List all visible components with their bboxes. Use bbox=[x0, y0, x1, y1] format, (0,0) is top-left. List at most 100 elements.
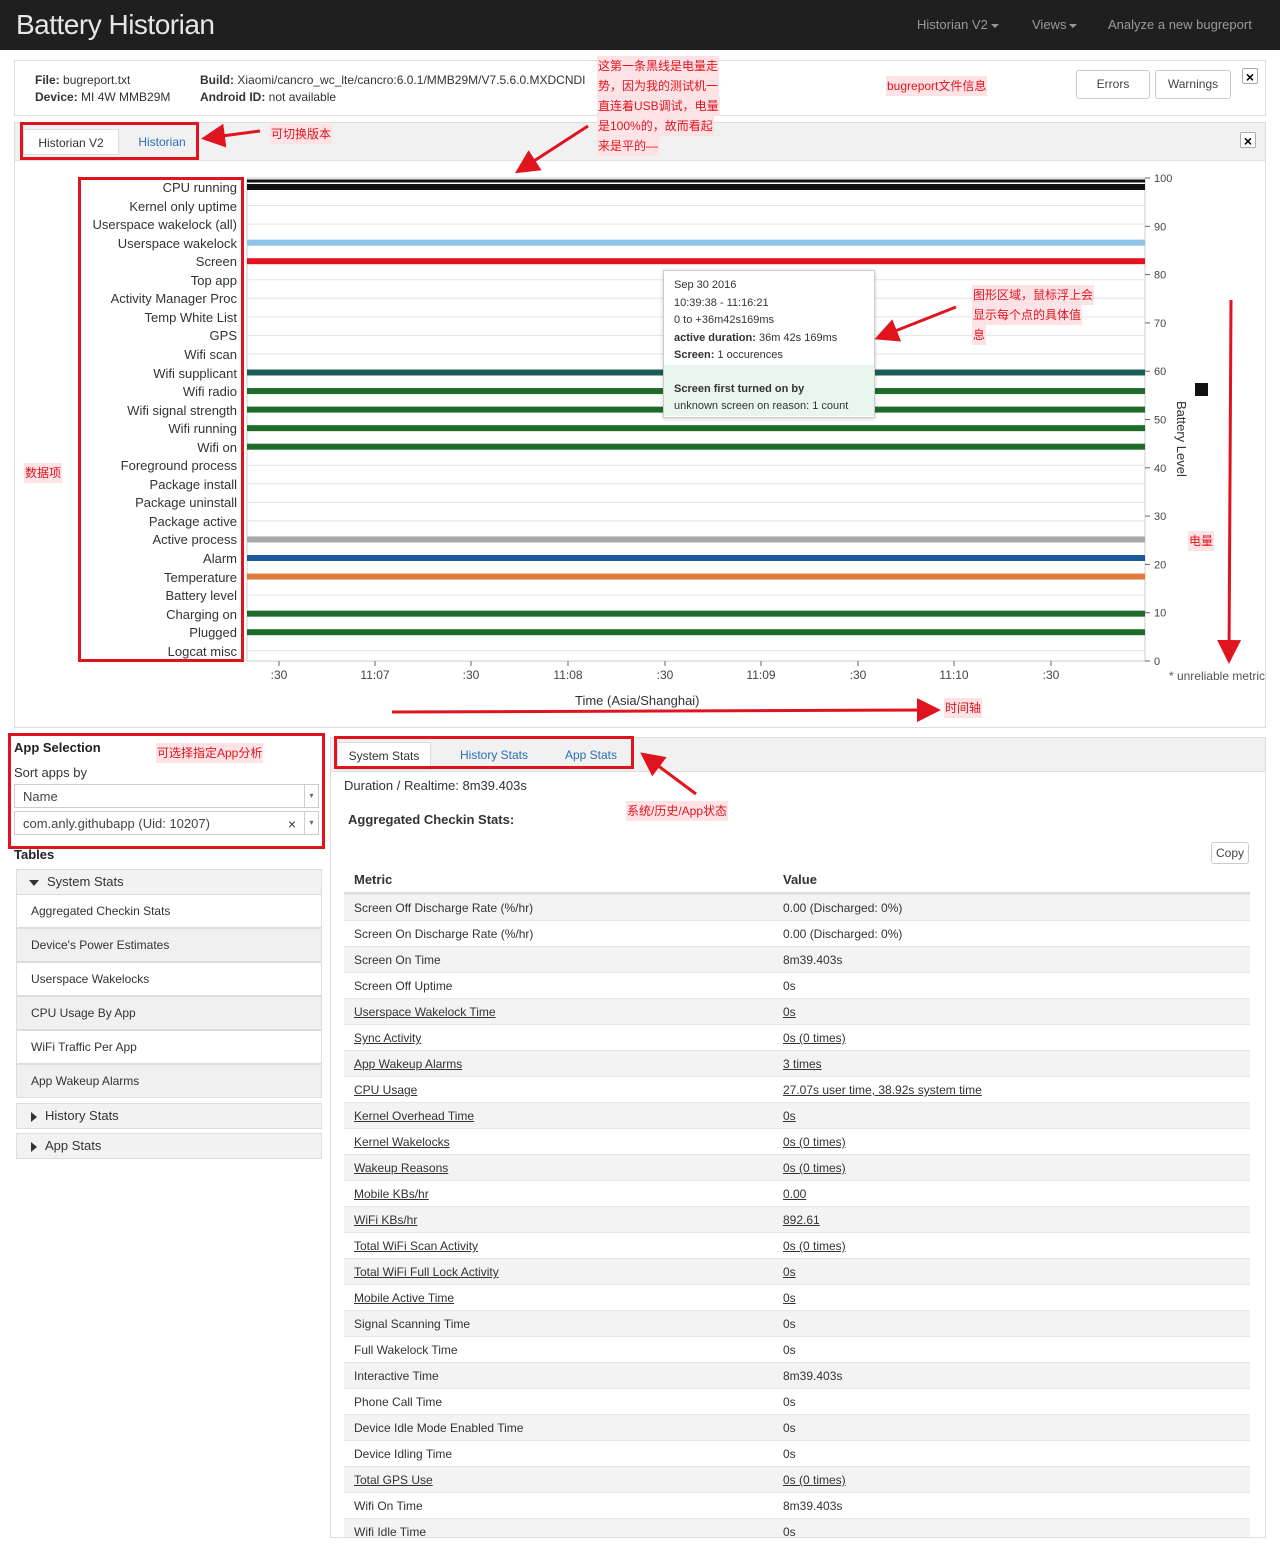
annotation-line: 息 bbox=[972, 325, 987, 345]
errors-button[interactable]: Errors bbox=[1076, 70, 1150, 99]
table-row: Full Wakelock Time 0s bbox=[344, 1336, 1250, 1362]
table-row: Screen Off Uptime 0s bbox=[344, 972, 1250, 998]
annotation-stats-tabs: 系统/历史/App状态 bbox=[626, 801, 729, 821]
table-row: Wifi On Time 8m39.403s bbox=[344, 1492, 1250, 1518]
metric-value[interactable]: 0s (0 times) bbox=[783, 1025, 846, 1051]
timeline-bar[interactable] bbox=[247, 629, 1145, 636]
metric-value: 0.00 (Discharged: 0%) bbox=[783, 901, 903, 915]
metric-value[interactable]: 3 times bbox=[783, 1051, 822, 1077]
annotation-battery: 电量 bbox=[1188, 531, 1215, 551]
nav-views-dropdown[interactable]: Views bbox=[1032, 17, 1078, 32]
app-brand[interactable]: Battery Historian bbox=[16, 9, 215, 41]
accordion-system-stats[interactable]: System Stats bbox=[16, 869, 322, 895]
plot-area bbox=[246, 177, 1146, 662]
tables-title: Tables bbox=[14, 847, 55, 862]
metric-name[interactable]: Wakeup Reasons bbox=[354, 1155, 448, 1181]
x-tick-label: 11:07 bbox=[360, 668, 389, 682]
metric-value[interactable]: 0s (0 times) bbox=[783, 1233, 846, 1259]
metric-name: Screen On Time bbox=[354, 953, 441, 967]
table-row: Phone Call Time 0s bbox=[344, 1388, 1250, 1414]
annotation-line: 显示每个点的具体值 bbox=[972, 305, 1083, 325]
warnings-button[interactable]: Warnings bbox=[1155, 70, 1231, 99]
build-value: Xiaomi/cancro_wc_lte/cancro:6.0.1/MMB29M… bbox=[237, 73, 586, 87]
caret-down-icon bbox=[990, 23, 999, 28]
copy-button[interactable]: Copy bbox=[1211, 842, 1249, 864]
metric-name[interactable]: Sync Activity bbox=[354, 1025, 421, 1051]
metric-value: 0s bbox=[783, 1343, 796, 1357]
metric-value[interactable]: 0s bbox=[783, 1285, 796, 1311]
accordion-history-stats[interactable]: History Stats bbox=[16, 1103, 322, 1129]
close-icon[interactable]: × bbox=[1242, 68, 1258, 85]
tooltip-first-on: Screen first turned on by bbox=[664, 380, 874, 398]
accordion-app-stats-label: App Stats bbox=[45, 1138, 102, 1153]
y-axis-label: Battery Level bbox=[1174, 401, 1189, 477]
x-tick-label: :30 bbox=[1043, 668, 1060, 682]
table-row: Wakeup Reasons 0s (0 times) bbox=[344, 1154, 1250, 1180]
metrics-table-body: Screen Off Discharge Rate (%/hr) 0.00 (Di… bbox=[331, 894, 1265, 1537]
metric-name[interactable]: Total WiFi Full Lock Activity bbox=[354, 1259, 499, 1285]
table-link[interactable]: App Wakeup Alarms bbox=[16, 1064, 322, 1098]
table-link[interactable]: CPU Usage By App bbox=[16, 996, 322, 1030]
timeline-bar[interactable] bbox=[247, 258, 1145, 265]
file-info: File: bugreport.txt bbox=[35, 73, 130, 87]
metric-value[interactable]: 0s (0 times) bbox=[783, 1129, 846, 1155]
nav-analyze-new[interactable]: Analyze a new bugreport bbox=[1108, 17, 1252, 32]
metric-name[interactable]: Total WiFi Scan Activity bbox=[354, 1233, 478, 1259]
metric-name: Wifi Idle Time bbox=[354, 1525, 427, 1537]
metric-value[interactable]: 0s (0 times) bbox=[783, 1467, 846, 1493]
nav-historian-v2-label: Historian V2 bbox=[917, 17, 988, 32]
table-row: CPU Usage 27.07s user time, 38.92s system… bbox=[344, 1076, 1250, 1102]
caret-right-icon bbox=[31, 1141, 37, 1152]
table-link[interactable]: Userspace Wakelocks bbox=[16, 962, 322, 996]
metric-name[interactable]: Mobile KBs/hr bbox=[354, 1181, 429, 1207]
annotation-black-line-note: 这第一条黑线是电量走 势，因为我的测试机一 直连着USB调试，电量 是100%的，故而… bbox=[597, 56, 720, 156]
table-row: Device Idle Mode Enabled Time 0s bbox=[344, 1414, 1250, 1440]
caret-down-icon bbox=[29, 879, 39, 886]
table-row: Signal Scanning Time 0s bbox=[344, 1310, 1250, 1336]
timeline-bar[interactable] bbox=[247, 184, 1145, 190]
timeline-bar[interactable] bbox=[247, 239, 1145, 246]
y-tick-label: 20 bbox=[1154, 559, 1166, 571]
annotation-line: 势，因为我的测试机一 bbox=[597, 76, 720, 96]
tooltip-time: 10:39:38 - 11:16:21 bbox=[674, 296, 769, 309]
table-link[interactable]: Aggregated Checkin Stats bbox=[16, 894, 322, 928]
timeline-bar[interactable] bbox=[247, 425, 1145, 432]
annotation-line: 来是平的— bbox=[597, 136, 660, 156]
metric-value[interactable]: 27.07s user time, 38.92s system time bbox=[783, 1077, 982, 1103]
timeline-bar[interactable] bbox=[247, 610, 1145, 617]
nav-historian-v2-dropdown[interactable]: Historian V2 bbox=[917, 17, 999, 32]
build-info: Build: Xiaomi/cancro_wc_lte/cancro:6.0.1… bbox=[200, 73, 600, 87]
table-link[interactable]: Device's Power Estimates bbox=[16, 928, 322, 962]
android-id-info: Android ID: not available bbox=[200, 90, 336, 104]
accordion-app-stats[interactable]: App Stats bbox=[16, 1133, 322, 1159]
metric-name[interactable]: Mobile Active Time bbox=[354, 1285, 454, 1311]
y-tick-label: 10 bbox=[1154, 608, 1166, 620]
metric-value[interactable]: 0.00 bbox=[783, 1181, 806, 1207]
metric-name[interactable]: Kernel Wakelocks bbox=[354, 1129, 450, 1155]
metric-value: 8m39.403s bbox=[783, 1369, 843, 1383]
timeline-bar[interactable] bbox=[247, 443, 1145, 450]
metric-name[interactable]: CPU Usage bbox=[354, 1077, 417, 1103]
metric-value[interactable]: 892.61 bbox=[783, 1207, 820, 1233]
table-row: Kernel Wakelocks 0s (0 times) bbox=[344, 1128, 1250, 1154]
timeline-bar[interactable] bbox=[247, 573, 1145, 580]
annotation-switch-version: 可切换版本 bbox=[270, 124, 333, 144]
metric-name[interactable]: App Wakeup Alarms bbox=[354, 1051, 462, 1077]
metric-name[interactable]: Kernel Overhead Time bbox=[354, 1103, 474, 1129]
annotation-box-data-items bbox=[78, 177, 244, 662]
annotation-box-version-tabs bbox=[20, 122, 199, 160]
metric-name[interactable]: Userspace Wakelock Time bbox=[354, 999, 496, 1025]
metric-value[interactable]: 0s bbox=[783, 1259, 796, 1285]
metric-name[interactable]: WiFi KBs/hr bbox=[354, 1207, 417, 1233]
metric-value[interactable]: 0s bbox=[783, 1103, 796, 1129]
y-tick-label: 70 bbox=[1154, 318, 1166, 330]
android-id-value: not available bbox=[268, 90, 337, 104]
metric-value[interactable]: 0s (0 times) bbox=[783, 1155, 846, 1181]
metric-name: Screen Off Uptime bbox=[354, 979, 453, 993]
metric-name[interactable]: Total GPS Use bbox=[354, 1467, 433, 1493]
timeline-bar[interactable] bbox=[247, 555, 1145, 561]
metric-name: Screen Off Discharge Rate (%/hr) bbox=[354, 901, 534, 915]
table-link[interactable]: WiFi Traffic Per App bbox=[16, 1030, 322, 1064]
timeline-bar[interactable] bbox=[247, 536, 1145, 543]
metric-value[interactable]: 0s bbox=[783, 999, 796, 1025]
